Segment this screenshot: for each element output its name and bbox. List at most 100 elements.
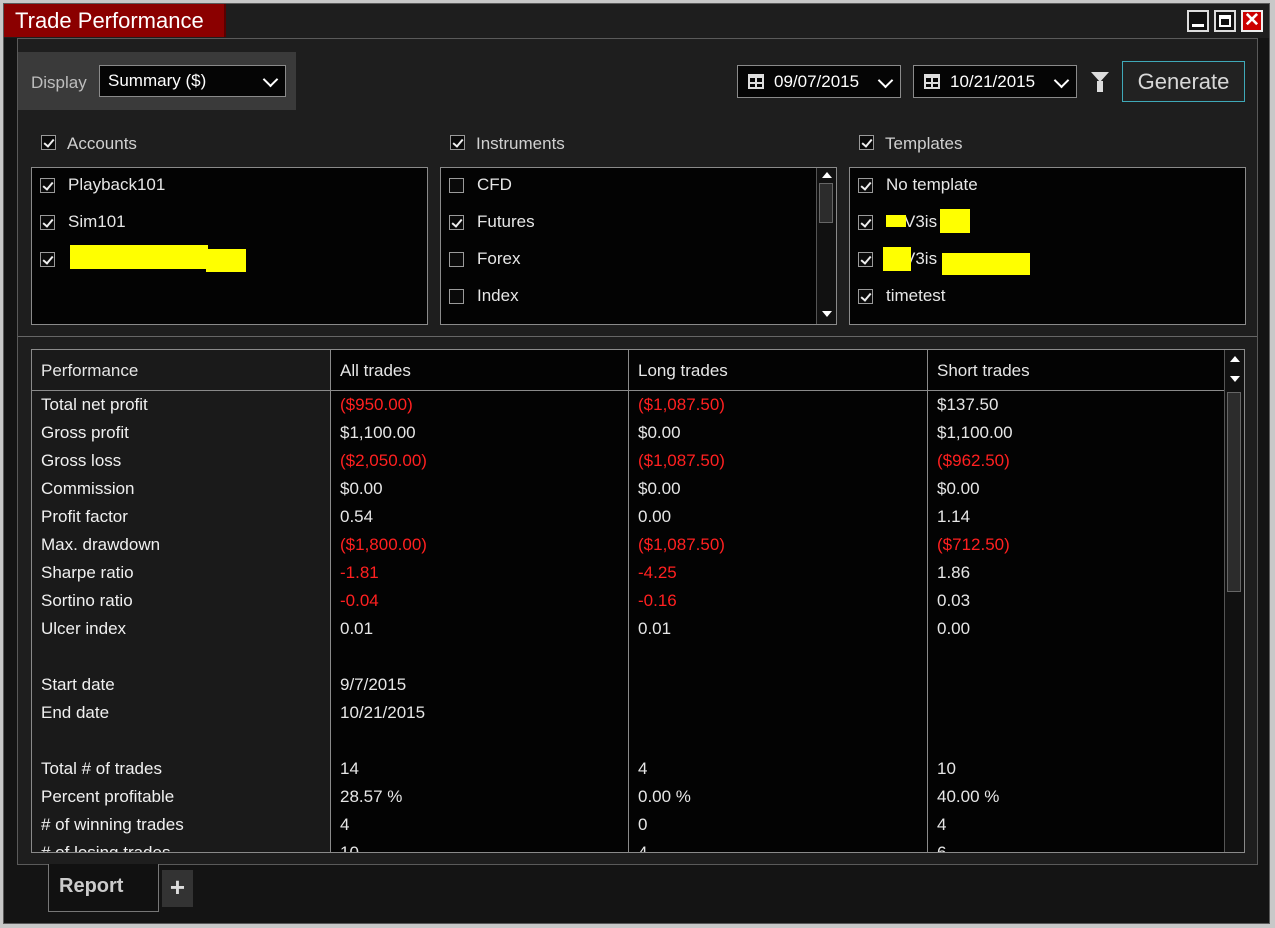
column-header-long-trades[interactable]: Long trades [638, 361, 728, 381]
from-date-value: 09/07/2015 [774, 72, 860, 91]
long-trades-value: ($1,087.50) [638, 451, 725, 470]
column-header-all-trades[interactable]: All trades [340, 361, 411, 381]
checkbox[interactable] [449, 215, 464, 230]
short-trades-value: 40.00 % [937, 787, 1000, 806]
short-trades-value: 6 [937, 843, 947, 853]
checkbox[interactable] [858, 289, 873, 304]
row-label: # of losing trades [41, 843, 171, 853]
header-divider [32, 390, 1226, 391]
tab-report[interactable]: Report [48, 864, 159, 912]
checkbox[interactable] [40, 178, 55, 193]
long-trades-value: 4 [638, 843, 648, 853]
short-trades-value: 4 [937, 815, 947, 834]
row-label: Gross profit [41, 423, 129, 442]
section-divider [18, 336, 1257, 337]
short-trades-value: $1,100.00 [937, 423, 1013, 442]
close-button[interactable]: ✕ [1241, 10, 1263, 32]
list-item-label: No template [886, 175, 978, 194]
column-header-short-trades[interactable]: Short trades [937, 361, 1030, 381]
all-trades-value: -0.04 [340, 591, 379, 610]
list-item[interactable]: No template [858, 174, 1238, 200]
redaction-block [206, 249, 246, 272]
long-trades-value: 0.00 [638, 507, 672, 526]
calendar-icon [748, 74, 764, 89]
instruments-scrollbar[interactable] [816, 168, 836, 324]
accounts-label: Accounts [67, 134, 137, 153]
list-item[interactable]: Playback101 [40, 174, 420, 200]
all-trades-value: ($950.00) [340, 395, 413, 414]
trade-performance-window: Trade Performance ✕ Display Summary ($) … [3, 3, 1270, 924]
list-item[interactable]: Index [449, 285, 829, 311]
all-trades-value: 4 [340, 815, 350, 834]
checkbox[interactable] [858, 215, 873, 230]
list-item[interactable] [40, 245, 420, 274]
list-item[interactable]: Futures [449, 211, 829, 237]
short-trades-value: $137.50 [937, 395, 999, 414]
row-label: Ulcer index [41, 619, 127, 638]
checkbox[interactable] [40, 252, 55, 267]
list-item-label: CFD [477, 175, 512, 194]
maximize-button[interactable] [1214, 10, 1236, 32]
minimize-button[interactable] [1187, 10, 1209, 32]
row-label: Total net profit [41, 395, 148, 414]
scroll-thumb[interactable] [1227, 392, 1241, 592]
display-dropdown[interactable]: Summary ($) [99, 65, 286, 97]
redaction-block [70, 245, 208, 269]
to-date-picker[interactable]: 10/21/2015 [913, 65, 1077, 98]
list-item[interactable]: CFD [449, 174, 829, 200]
checkbox[interactable] [449, 178, 464, 193]
row-label: Total # of trades [41, 759, 162, 778]
checkbox[interactable] [449, 289, 464, 304]
scroll-up-icon[interactable] [822, 172, 832, 178]
list-item[interactable]: Forex [449, 248, 829, 274]
scroll-up-icon[interactable] [1230, 356, 1240, 362]
long-trades-value: 0.00 % [638, 787, 691, 806]
checkbox[interactable] [449, 252, 464, 267]
scroll-thumb[interactable] [819, 183, 833, 223]
redaction-block [886, 215, 906, 227]
list-item-label: Playback101 [68, 175, 166, 194]
scroll-down-icon[interactable] [1230, 376, 1240, 382]
list-item[interactable]: Sim101 [40, 211, 420, 237]
redaction-block [940, 209, 970, 233]
instruments-list[interactable]: CFD Futures Forex Index [440, 167, 837, 325]
display-section: Display Summary ($) [18, 52, 296, 110]
scroll-down-icon[interactable] [822, 311, 832, 317]
all-trades-value: ($1,800.00) [340, 535, 427, 554]
short-trades-value: 10 [937, 759, 956, 778]
row-label: Gross loss [41, 451, 122, 470]
all-trades-value: -1.81 [340, 563, 379, 582]
long-trades-value: 0.01 [638, 619, 672, 638]
column-header-performance[interactable]: Performance [41, 361, 138, 381]
templates-label: Templates [885, 134, 963, 153]
templates-select-all-checkbox[interactable] [859, 135, 874, 150]
accounts-select-all-checkbox[interactable] [41, 135, 56, 150]
row-label: # of winning trades [41, 815, 184, 834]
all-trades-value: 28.57 % [340, 787, 403, 806]
checkbox[interactable] [858, 252, 873, 267]
list-item[interactable]: timetest [858, 285, 1238, 311]
long-trades-value: -0.16 [638, 591, 677, 610]
templates-list[interactable]: No template V3is V3is timetest [849, 167, 1246, 325]
checkbox[interactable] [40, 215, 55, 230]
filter-icon[interactable] [1091, 72, 1109, 92]
list-item[interactable]: V3is [858, 209, 1238, 237]
title-bar[interactable]: Trade Performance ✕ [4, 4, 1269, 38]
list-item[interactable]: V3is [858, 247, 1238, 275]
long-trades-value: $0.00 [638, 479, 681, 498]
long-trades-value: $0.00 [638, 423, 681, 442]
row-label: Start date [41, 675, 115, 694]
grid-scrollbar[interactable] [1224, 350, 1244, 852]
checkbox[interactable] [858, 178, 873, 193]
list-item-label: Futures [477, 212, 535, 231]
window-title: Trade Performance [4, 4, 226, 37]
generate-button[interactable]: Generate [1122, 61, 1245, 102]
list-item-label: timetest [886, 286, 946, 305]
add-tab-button[interactable]: + [162, 870, 193, 907]
accounts-list[interactable]: Playback101 Sim101 [31, 167, 428, 325]
short-trades-value: 0.00 [937, 619, 971, 638]
instruments-select-all-checkbox[interactable] [450, 135, 465, 150]
performance-grid[interactable]: Performance All trades Long trades Short… [31, 349, 1245, 853]
from-date-picker[interactable]: 09/07/2015 [737, 65, 901, 98]
short-trades-value: 0.03 [937, 591, 971, 610]
